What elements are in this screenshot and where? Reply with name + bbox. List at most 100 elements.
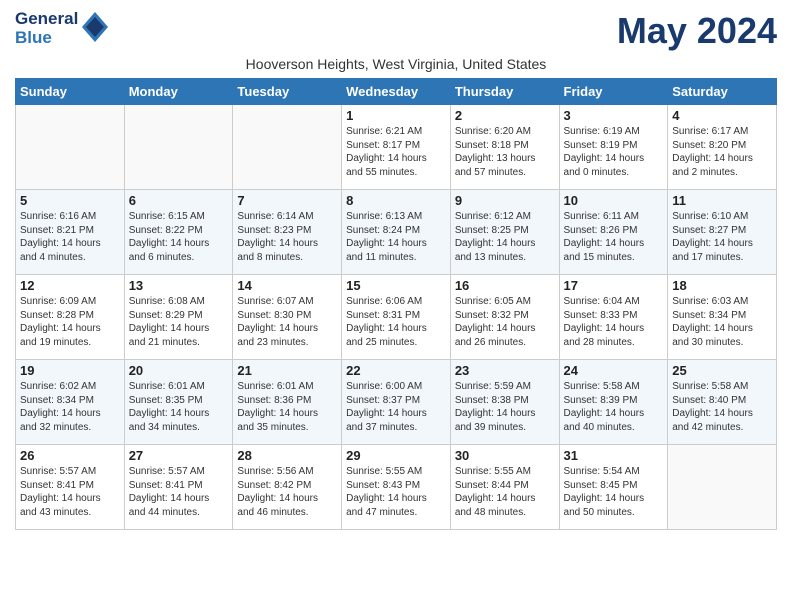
calendar-cell: 7Sunrise: 6:14 AMSunset: 8:23 PMDaylight… [233, 190, 342, 275]
logo-text: General Blue [15, 10, 108, 47]
calendar-cell: 18 Sunrise: 6:03 AMSunset: 8:34 PMDayligh… [668, 275, 777, 360]
calendar-cell: 26 Sunrise: 5:57 AMSunset: 8:41 PMDayligh… [16, 445, 125, 530]
day-info: Sunrise: 5:56 AMSunset: 8:42 PMDaylight:… [237, 465, 337, 519]
day-info: Sunrise: 5:58 AMSunset: 8:40 PMDaylight:… [672, 380, 772, 434]
day-info: Sunrise: 6:16 AMSunset: 8:21 PMDaylight:… [20, 210, 120, 264]
day-number: 7 [237, 193, 337, 208]
calendar-cell [124, 105, 233, 190]
week-row-5: 26 Sunrise: 5:57 AMSunset: 8:41 PMDayligh… [16, 445, 777, 530]
day-number: 13 [129, 278, 229, 293]
day-info: Sunrise: 6:21 AMSunset: 8:17 PMDaylight:… [346, 125, 446, 179]
day-number: 18 [672, 278, 772, 293]
calendar-cell [668, 445, 777, 530]
weekday-header-saturday: Saturday [668, 79, 777, 105]
weekday-header-row: SundayMondayTuesdayWednesdayThursdayFrid… [16, 79, 777, 105]
calendar-cell: 25 Sunrise: 5:58 AMSunset: 8:40 PMDayligh… [668, 360, 777, 445]
day-number: 14 [237, 278, 337, 293]
day-number: 24 [564, 363, 664, 378]
day-number: 3 [564, 108, 664, 123]
day-info: Sunrise: 6:17 AMSunset: 8:20 PMDaylight:… [672, 125, 772, 179]
logo-blue: Blue [15, 29, 78, 48]
calendar-cell: 21 Sunrise: 6:01 AMSunset: 8:36 PMDayligh… [233, 360, 342, 445]
day-number: 27 [129, 448, 229, 463]
page: General Blue May 2024 Hooverson Heights,… [0, 0, 792, 540]
day-number: 2 [455, 108, 555, 123]
day-info: Sunrise: 6:09 AMSunset: 8:28 PMDaylight:… [20, 295, 120, 349]
day-info: Sunrise: 6:07 AMSunset: 8:30 PMDaylight:… [237, 295, 337, 349]
day-number: 15 [346, 278, 446, 293]
weekday-header-wednesday: Wednesday [342, 79, 451, 105]
day-number: 21 [237, 363, 337, 378]
day-number: 28 [237, 448, 337, 463]
day-number: 22 [346, 363, 446, 378]
day-number: 5 [20, 193, 120, 208]
header: General Blue May 2024 [15, 10, 777, 52]
week-row-4: 19 Sunrise: 6:02 AMSunset: 8:34 PMDayligh… [16, 360, 777, 445]
day-info: Sunrise: 6:19 AMSunset: 8:19 PMDaylight:… [564, 125, 664, 179]
day-info: Sunrise: 6:02 AMSunset: 8:34 PMDaylight:… [20, 380, 120, 434]
day-number: 31 [564, 448, 664, 463]
calendar-cell: 11 Sunrise: 6:10 AMSunset: 8:27 PMDayligh… [668, 190, 777, 275]
calendar-cell: 31 Sunrise: 5:54 AMSunset: 8:45 PMDayligh… [559, 445, 668, 530]
weekday-header-thursday: Thursday [450, 79, 559, 105]
day-info: Sunrise: 6:00 AMSunset: 8:37 PMDaylight:… [346, 380, 446, 434]
week-row-2: 5 Sunrise: 6:16 AMSunset: 8:21 PMDaylight… [16, 190, 777, 275]
calendar-cell: 20 Sunrise: 6:01 AMSunset: 8:35 PMDayligh… [124, 360, 233, 445]
day-info: Sunrise: 6:06 AMSunset: 8:31 PMDaylight:… [346, 295, 446, 349]
calendar-cell [16, 105, 125, 190]
calendar-cell: 3 Sunrise: 6:19 AMSunset: 8:19 PMDaylight… [559, 105, 668, 190]
calendar-cell: 24Sunrise: 5:58 AMSunset: 8:39 PMDayligh… [559, 360, 668, 445]
day-number: 4 [672, 108, 772, 123]
day-info: Sunrise: 6:01 AMSunset: 8:36 PMDaylight:… [237, 380, 337, 434]
calendar-cell: 6Sunrise: 6:15 AMSunset: 8:22 PMDaylight… [124, 190, 233, 275]
day-info: Sunrise: 6:03 AMSunset: 8:34 PMDaylight:… [672, 295, 772, 349]
day-info: Sunrise: 6:04 AMSunset: 8:33 PMDaylight:… [564, 295, 664, 349]
calendar-cell: 9Sunrise: 6:12 AMSunset: 8:25 PMDaylight… [450, 190, 559, 275]
day-info: Sunrise: 5:55 AMSunset: 8:43 PMDaylight:… [346, 465, 446, 519]
day-info: Sunrise: 6:01 AMSunset: 8:35 PMDaylight:… [129, 380, 229, 434]
calendar-cell: 19 Sunrise: 6:02 AMSunset: 8:34 PMDayligh… [16, 360, 125, 445]
calendar-cell: 15 Sunrise: 6:06 AMSunset: 8:31 PMDayligh… [342, 275, 451, 360]
calendar-cell: 5 Sunrise: 6:16 AMSunset: 8:21 PMDaylight… [16, 190, 125, 275]
day-number: 20 [129, 363, 229, 378]
calendar-cell: 28 Sunrise: 5:56 AMSunset: 8:42 PMDayligh… [233, 445, 342, 530]
calendar-cell: 2 Sunrise: 6:20 AMSunset: 8:18 PMDaylight… [450, 105, 559, 190]
day-number: 26 [20, 448, 120, 463]
day-info: Sunrise: 6:13 AMSunset: 8:24 PMDaylight:… [346, 210, 446, 264]
calendar-cell: 8Sunrise: 6:13 AMSunset: 8:24 PMDaylight… [342, 190, 451, 275]
day-info: Sunrise: 6:20 AMSunset: 8:18 PMDaylight:… [455, 125, 555, 179]
weekday-header-tuesday: Tuesday [233, 79, 342, 105]
weekday-header-sunday: Sunday [16, 79, 125, 105]
week-row-1: 1 Sunrise: 6:21 AMSunset: 8:17 PMDaylight… [16, 105, 777, 190]
day-number: 17 [564, 278, 664, 293]
day-info: Sunrise: 6:15 AMSunset: 8:22 PMDaylight:… [129, 210, 229, 264]
day-number: 19 [20, 363, 120, 378]
calendar-cell: 12 Sunrise: 6:09 AMSunset: 8:28 PMDayligh… [16, 275, 125, 360]
day-info: Sunrise: 6:08 AMSunset: 8:29 PMDaylight:… [129, 295, 229, 349]
day-info: Sunrise: 6:11 AMSunset: 8:26 PMDaylight:… [564, 210, 664, 264]
week-row-3: 12 Sunrise: 6:09 AMSunset: 8:28 PMDayligh… [16, 275, 777, 360]
calendar-cell: 14 Sunrise: 6:07 AMSunset: 8:30 PMDayligh… [233, 275, 342, 360]
day-number: 16 [455, 278, 555, 293]
calendar-cell: 4 Sunrise: 6:17 AMSunset: 8:20 PMDaylight… [668, 105, 777, 190]
logo-icon [82, 12, 108, 42]
calendar-cell: 16 Sunrise: 6:05 AMSunset: 8:32 PMDayligh… [450, 275, 559, 360]
day-number: 30 [455, 448, 555, 463]
location: Hooverson Heights, West Virginia, United… [15, 56, 777, 72]
logo: General Blue [15, 10, 108, 47]
day-info: Sunrise: 5:54 AMSunset: 8:45 PMDaylight:… [564, 465, 664, 519]
day-info: Sunrise: 5:57 AMSunset: 8:41 PMDaylight:… [20, 465, 120, 519]
day-info: Sunrise: 6:05 AMSunset: 8:32 PMDaylight:… [455, 295, 555, 349]
day-number: 1 [346, 108, 446, 123]
calendar-cell: 1 Sunrise: 6:21 AMSunset: 8:17 PMDaylight… [342, 105, 451, 190]
day-number: 12 [20, 278, 120, 293]
day-info: Sunrise: 6:10 AMSunset: 8:27 PMDaylight:… [672, 210, 772, 264]
calendar-cell: 22 Sunrise: 6:00 AMSunset: 8:37 PMDayligh… [342, 360, 451, 445]
weekday-header-monday: Monday [124, 79, 233, 105]
calendar-cell: 27Sunrise: 5:57 AMSunset: 8:41 PMDayligh… [124, 445, 233, 530]
day-number: 9 [455, 193, 555, 208]
day-number: 11 [672, 193, 772, 208]
day-number: 25 [672, 363, 772, 378]
calendar-cell: 30Sunrise: 5:55 AMSunset: 8:44 PMDayligh… [450, 445, 559, 530]
day-number: 29 [346, 448, 446, 463]
